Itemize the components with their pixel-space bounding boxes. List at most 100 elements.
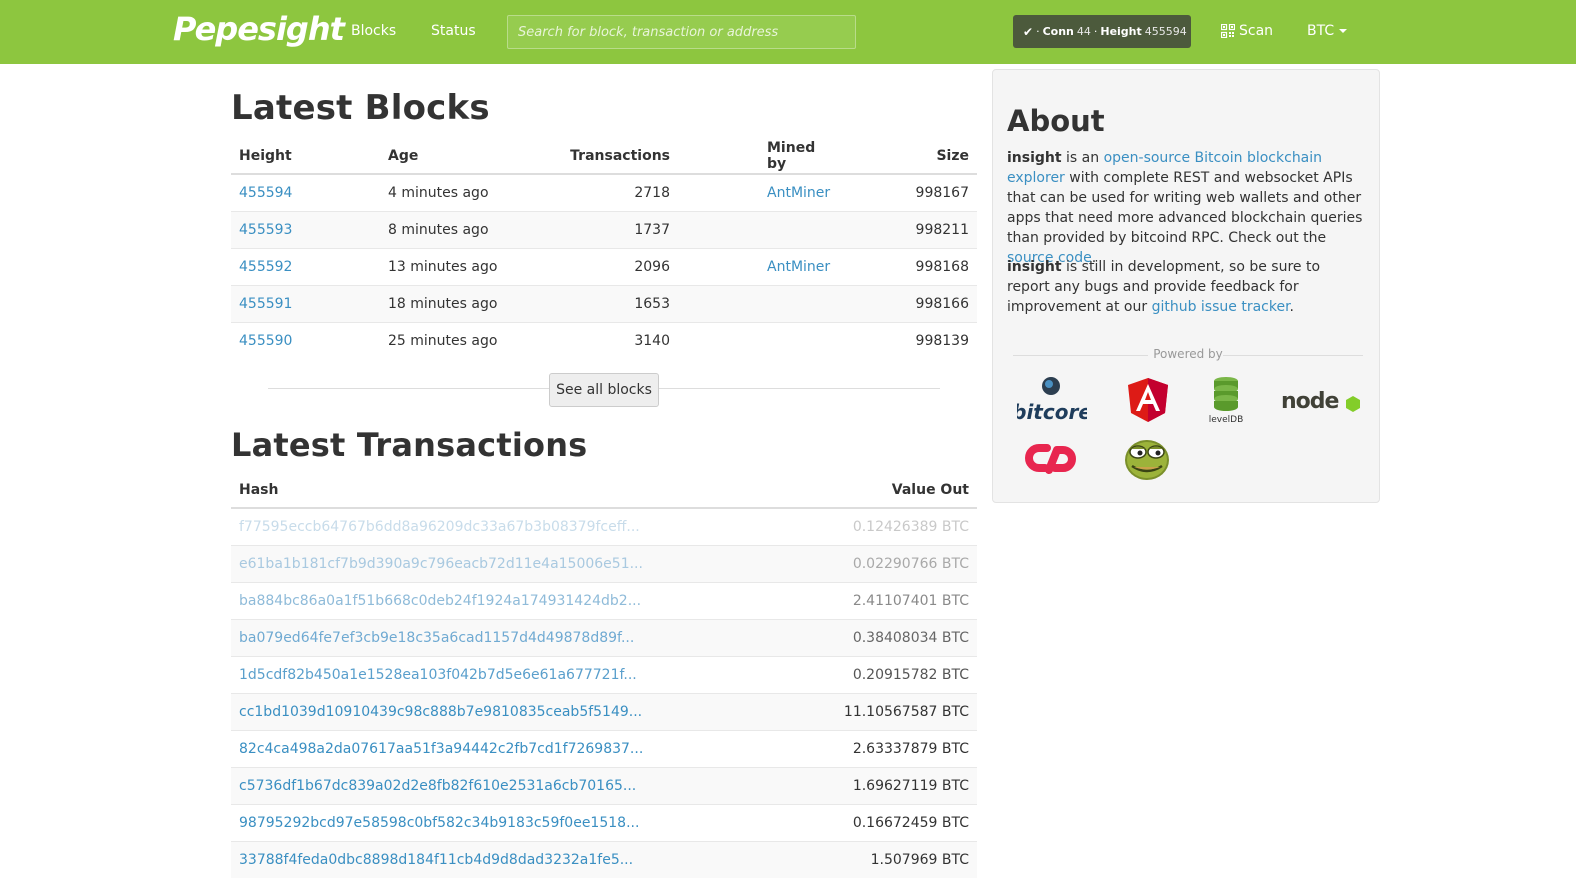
nav-blocks-link[interactable]: Blocks xyxy=(351,23,396,39)
conn-label: Conn xyxy=(1042,25,1074,38)
block-tx-count: 2096 xyxy=(530,247,678,285)
tx-hash-link[interactable]: 33788f4feda0dbc8898d184f11cb4d9d8dad3232… xyxy=(239,852,633,868)
bitcore-logo[interactable]: bitcore xyxy=(1012,375,1092,425)
block-row: 455594 4 minutes ago 2718 AntMiner 99816… xyxy=(231,173,977,211)
leveldb-text: levelDB xyxy=(1209,415,1244,425)
currency-dropdown[interactable]: BTC xyxy=(1307,23,1348,39)
block-height-link[interactable]: 455592 xyxy=(239,259,292,275)
block-row: 455592 13 minutes ago 2096 AntMiner 9981… xyxy=(231,247,977,285)
node-logo[interactable]: node xyxy=(1281,388,1361,414)
about-paragraph-2: insight is still in development, so be s… xyxy=(1007,257,1367,317)
tx-hash-link[interactable]: e61ba1b181cf7b9d390a9c796eacb72d11e4a150… xyxy=(239,556,643,572)
block-age: 8 minutes ago xyxy=(380,210,530,248)
block-height-link[interactable]: 455594 xyxy=(239,185,292,201)
navbar: Pepesight Blocks Status ✔ · Conn 44 · He… xyxy=(0,0,1576,64)
block-miner-link[interactable]: AntMiner xyxy=(767,259,830,275)
leveldb-logo[interactable]: levelDB xyxy=(1207,375,1245,425)
block-size: 998211 xyxy=(838,210,977,248)
node-icon: node xyxy=(1281,389,1360,414)
pepe-frog-icon xyxy=(1125,440,1169,480)
copay-icon xyxy=(1025,444,1076,474)
tx-row: c5736df1b67dc839a02d2e8fb82f610e2531a6cb… xyxy=(231,766,977,804)
tx-row: ba079ed64fe7ef3cb9e18c35a6cad1157d4d4987… xyxy=(231,618,977,656)
qrcode-icon xyxy=(1221,24,1235,38)
block-tx-count: 3140 xyxy=(530,321,678,359)
block-miner-link[interactable]: AntMiner xyxy=(767,185,830,201)
github-issue-tracker-link[interactable]: github issue tracker xyxy=(1152,299,1290,315)
bitcore-text: bitcore xyxy=(1017,400,1087,424)
about-panel: About insight is an open-source Bitcoin … xyxy=(992,69,1380,503)
caret-down-icon xyxy=(1339,29,1348,33)
brand-logo[interactable]: Pepesight xyxy=(173,10,345,48)
tx-value: 1.69627119 BTC xyxy=(789,766,977,804)
blocks-table: Height Age Transactions Mined by Size 45… xyxy=(231,138,977,359)
block-row: 455591 18 minutes ago 1653 998166 xyxy=(231,284,977,322)
col-hash: Hash xyxy=(231,472,790,509)
bitcore-icon: bitcore xyxy=(1012,377,1092,424)
connection-status-badge[interactable]: ✔ · Conn 44 · Height 455594 xyxy=(1013,15,1191,48)
tx-value: 2.63337879 BTC xyxy=(789,729,977,767)
tx-hash-link[interactable]: ba079ed64fe7ef3cb9e18c35a6cad1157d4d4987… xyxy=(239,630,634,646)
angular-icon xyxy=(1128,378,1168,422)
tx-value: 0.20915782 BTC xyxy=(789,655,977,693)
tx-hash-link[interactable]: 98795292bcd97e58598c0bf582c34b9183c59f0e… xyxy=(239,815,639,831)
tx-hash-link[interactable]: c5736df1b67dc839a02d2e8fb82f610e2531a6cb… xyxy=(239,778,636,794)
latest-transactions-title: Latest Transactions xyxy=(231,426,588,464)
block-row: 455590 25 minutes ago 3140 998139 xyxy=(231,321,977,359)
block-age: 18 minutes ago xyxy=(380,284,530,322)
leveldb-icon: levelDB xyxy=(1209,377,1244,425)
block-age: 25 minutes ago xyxy=(380,321,530,359)
block-size: 998166 xyxy=(838,284,977,322)
tx-value: 11.10567587 BTC xyxy=(789,692,977,730)
angular-logo[interactable] xyxy=(1127,377,1169,423)
see-all-blocks-button[interactable]: See all blocks xyxy=(549,373,659,407)
block-tx-count: 2718 xyxy=(530,173,678,211)
powered-by-label: Powered by xyxy=(1153,347,1223,361)
col-mined-by: Mined by xyxy=(678,138,839,175)
tx-value: 0.12426389 BTC xyxy=(789,507,977,545)
tx-value: 0.38408034 BTC xyxy=(789,618,977,656)
col-transactions: Transactions xyxy=(530,138,678,175)
block-size: 998167 xyxy=(838,173,977,211)
block-height-link[interactable]: 455593 xyxy=(239,222,292,238)
height-value: 455594 xyxy=(1144,25,1187,38)
tx-row: 33788f4feda0dbc8898d184f11cb4d9d8dad3232… xyxy=(231,840,977,878)
nav-status-link[interactable]: Status xyxy=(431,23,476,39)
tx-hash-link[interactable]: ba884bc86a0a1f51b668c0deb24f1924a1749314… xyxy=(239,593,641,609)
tx-value: 1.507969 BTC xyxy=(789,840,977,878)
copay-logo[interactable] xyxy=(1025,440,1077,478)
search-input[interactable] xyxy=(507,15,856,49)
block-height-link[interactable]: 455591 xyxy=(239,296,292,312)
tx-value: 0.16672459 BTC xyxy=(789,803,977,841)
pepe-logo[interactable] xyxy=(1123,434,1171,482)
block-tx-count: 1737 xyxy=(530,210,678,248)
tx-row: e61ba1b181cf7b9d390a9c796eacb72d11e4a150… xyxy=(231,544,977,582)
scan-label: Scan xyxy=(1239,23,1274,39)
text: . xyxy=(1289,299,1294,315)
tx-hash-link[interactable]: cc1bd1039d10910439c98c888b7e9810835ceab5… xyxy=(239,704,642,720)
tx-hash-link[interactable]: 1d5cdf82b450a1e1528ea103f042b7d5e6e61a67… xyxy=(239,667,637,683)
transactions-table: Hash Value Out f77595eccb64767b6dd8a9620… xyxy=(231,472,977,878)
tx-row: 98795292bcd97e58598c0bf582c34b9183c59f0e… xyxy=(231,803,977,841)
block-height-link[interactable]: 455590 xyxy=(239,333,292,349)
col-height: Height xyxy=(231,138,380,175)
currency-label: BTC xyxy=(1307,23,1335,39)
tx-hash-link[interactable]: 82c4ca498a2da07617aa51f3a94442c2fb7cd1f7… xyxy=(239,741,643,757)
tx-row: cc1bd1039d10910439c98c888b7e9810835ceab5… xyxy=(231,692,977,730)
conn-value: 44 xyxy=(1076,25,1091,38)
col-value-out: Value Out xyxy=(789,472,977,509)
text: is an xyxy=(1061,150,1104,166)
col-age: Age xyxy=(380,138,530,175)
tx-row: 1d5cdf82b450a1e1528ea103f042b7d5e6e61a67… xyxy=(231,655,977,693)
scan-button[interactable]: Scan xyxy=(1221,23,1273,39)
latest-blocks-title: Latest Blocks xyxy=(231,88,490,128)
tx-row: 82c4ca498a2da07617aa51f3a94442c2fb7cd1f7… xyxy=(231,729,977,767)
tx-row: f77595eccb64767b6dd8a96209dc33a67b3b0837… xyxy=(231,507,977,545)
separator-dot: · xyxy=(1036,25,1040,38)
tx-hash-link[interactable]: f77595eccb64767b6dd8a96209dc33a67b3b0837… xyxy=(239,519,640,535)
block-size: 998168 xyxy=(838,247,977,285)
tx-value: 0.02290766 BTC xyxy=(789,544,977,582)
insight-bold: insight xyxy=(1007,259,1062,275)
block-tx-count: 1653 xyxy=(530,284,678,322)
tx-value: 2.41107401 BTC xyxy=(789,581,977,619)
